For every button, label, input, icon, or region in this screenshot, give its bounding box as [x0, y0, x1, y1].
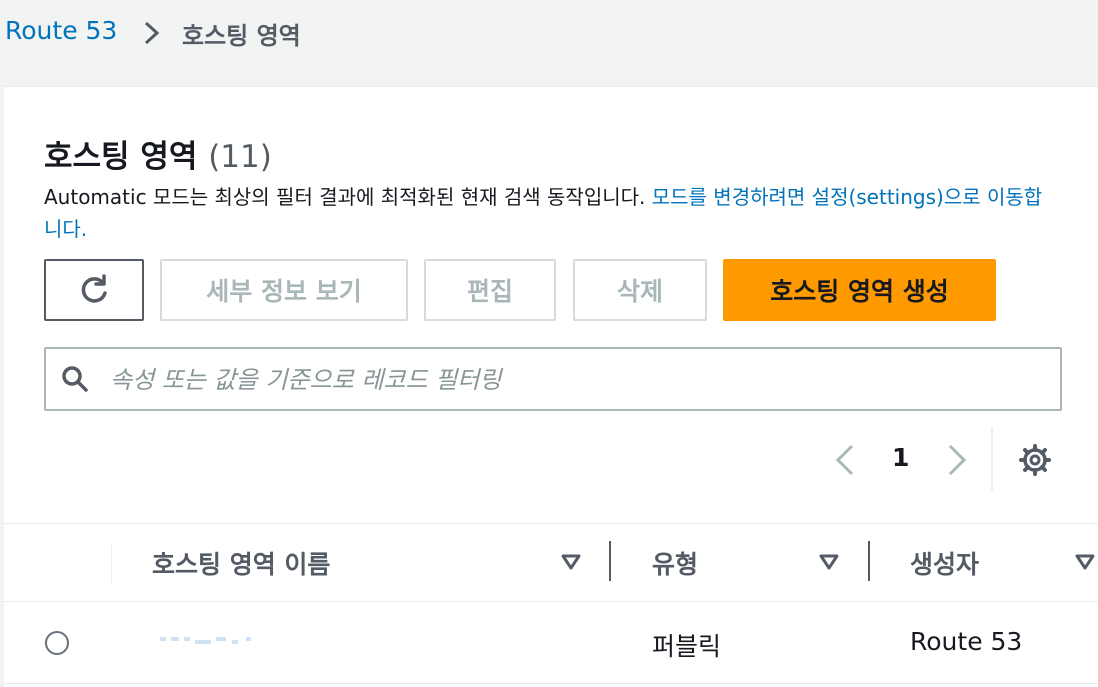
- column-header-name[interactable]: 호스팅 영역 이름: [152, 545, 330, 581]
- zone-type-cell: 퍼블릭: [652, 632, 722, 661]
- breadcrumb: Route 53 호스팅 영역: [0, 0, 1098, 86]
- search-input[interactable]: [108, 349, 1042, 411]
- zone-count: (11): [208, 139, 272, 175]
- chevron-right-icon: [144, 21, 160, 45]
- current-page-number[interactable]: 1: [892, 443, 909, 472]
- page-title-text: 호스팅 영역: [44, 139, 198, 175]
- pagination-divider: [991, 427, 993, 491]
- search-mode-description: Automatic 모드는 최상의 필터 결과에 최적화된 현재 검색 동작입니…: [44, 181, 1054, 245]
- create-hosted-zone-button[interactable]: 호스팅 영역 생성: [723, 259, 996, 321]
- search-icon: [62, 366, 88, 392]
- zone-name-redacted[interactable]: [160, 637, 252, 645]
- breadcrumb-current: 호스팅 영역: [182, 22, 301, 50]
- description-text: Automatic 모드는 최상의 필터 결과에 최적화된 현재 검색 동작입니…: [44, 185, 652, 209]
- selection-column-divider: [111, 543, 112, 583]
- previous-page-icon[interactable]: [830, 443, 860, 477]
- next-page-icon[interactable]: [942, 443, 972, 477]
- column-header-type[interactable]: 유형: [652, 545, 698, 581]
- breadcrumb-route53-link[interactable]: Route 53: [5, 16, 117, 45]
- view-details-button[interactable]: 세부 정보 보기: [160, 259, 408, 321]
- page-title: 호스팅 영역 (11): [44, 131, 272, 176]
- gear-icon[interactable]: [1018, 443, 1052, 477]
- row-select-radio[interactable]: [45, 631, 69, 655]
- edit-button[interactable]: 편집: [424, 259, 556, 321]
- zone-creator-cell: Route 53: [910, 627, 1023, 656]
- sort-down-icon[interactable]: [560, 552, 582, 572]
- column-divider[interactable]: [609, 541, 611, 581]
- search-box: [44, 347, 1062, 411]
- delete-button[interactable]: 삭제: [573, 259, 707, 321]
- column-divider[interactable]: [868, 541, 870, 581]
- refresh-icon: [81, 274, 107, 303]
- hosted-zones-panel: 호스팅 영역 (11) Automatic 모드는 최상의 필터 결과에 최적화…: [4, 86, 1098, 687]
- refresh-button[interactable]: [44, 259, 144, 321]
- sort-down-icon[interactable]: [818, 552, 840, 572]
- column-header-creator[interactable]: 생성자: [910, 545, 979, 581]
- sort-down-icon[interactable]: [1074, 552, 1096, 572]
